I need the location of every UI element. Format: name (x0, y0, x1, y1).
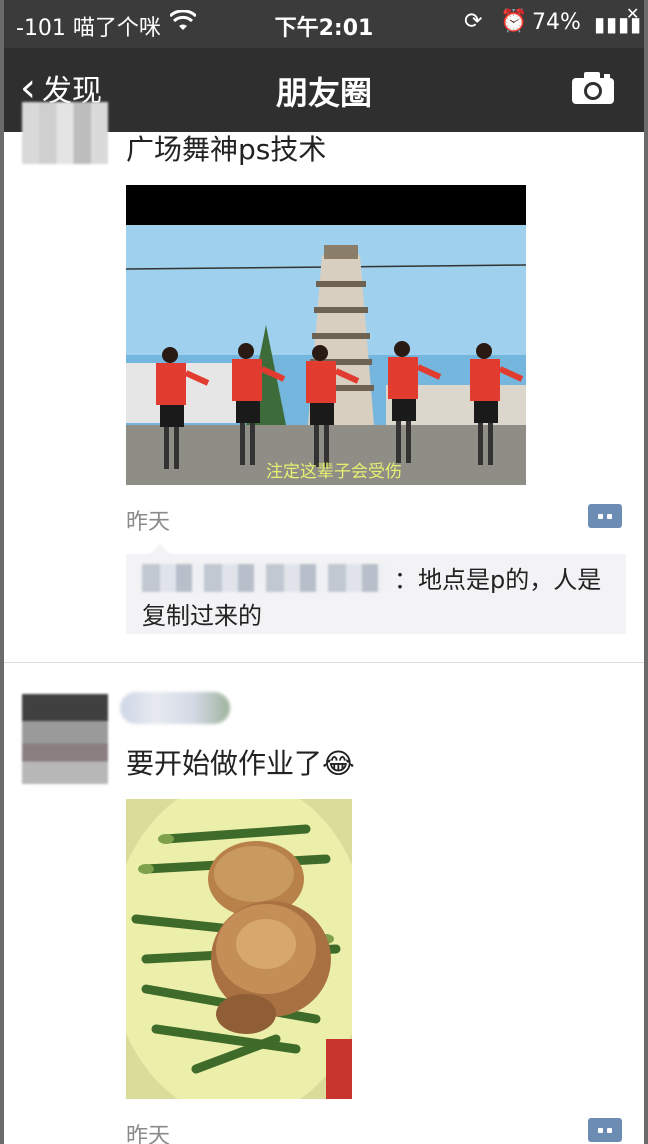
close-icon: ✕ (626, 4, 640, 23)
comment-tail (150, 544, 170, 554)
post-divider (4, 662, 644, 663)
avatar[interactable] (22, 102, 108, 164)
comment-action-icon[interactable] (588, 504, 622, 528)
image-caption: 注定这辈子会受伤 (266, 462, 402, 482)
alarm-icon: ⏰ (500, 9, 528, 34)
comment-action-icon[interactable] (588, 1118, 622, 1142)
status-bar: -101 喵了个咪 下午2:01 ⟳ ⏰ 74% ▮▮▮▮ ✕ (4, 0, 644, 48)
post-text: 广场舞神ps技术 (126, 133, 327, 166)
wechat-moments-screen: -101 喵了个咪 下午2:01 ⟳ ⏰ 74% ▮▮▮▮ ✕ ‹ 发现 朋友圈 (4, 0, 644, 1144)
post-text: 要开始做作业了😂 (126, 747, 355, 780)
avatar[interactable] (22, 694, 108, 784)
author-name[interactable] (120, 692, 230, 724)
battery-percent: 74% (532, 10, 581, 35)
camera-icon[interactable] (570, 70, 616, 106)
post-time: 昨天 (126, 510, 171, 535)
post-image[interactable]: 注定这辈子会受伤 (126, 185, 526, 485)
comment-text: ：地点是p的，人是复制过来的 (142, 566, 602, 630)
post-time: 昨天 (126, 1124, 171, 1144)
comment-box: ：地点是p的，人是复制过来的 (126, 544, 626, 634)
orientation-lock-icon: ⟳ (464, 9, 483, 34)
post-image[interactable] (126, 799, 352, 1099)
